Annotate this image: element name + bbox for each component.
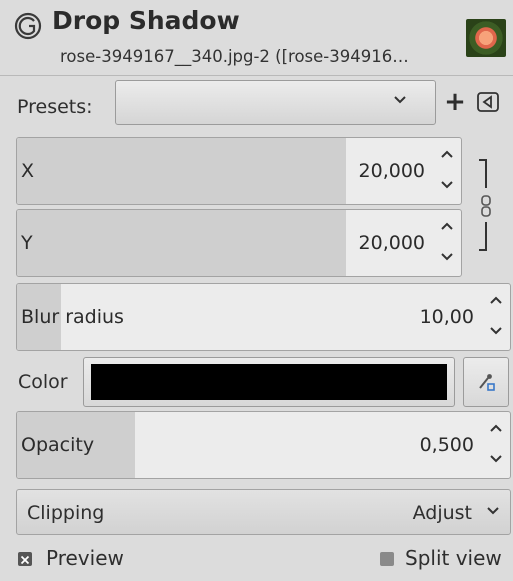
x-value-bar [17,138,346,204]
preview-checkbox[interactable] [18,552,32,566]
color-swatch[interactable] [91,364,447,400]
opacity-label: Opacity [21,434,95,456]
chevron-down-icon [394,96,406,104]
blur-radius-spin-field[interactable]: Blur radius 10,00 [16,283,511,351]
color-picker-button[interactable] [463,357,509,407]
presets-combo[interactable] [115,80,436,125]
dialog-title: Drop Shadow [52,6,240,35]
y-value-bar [17,210,346,276]
presets-menu-icon[interactable] [475,89,501,115]
gegl-filter-icon [14,12,42,40]
chevron-up-icon[interactable] [489,295,503,305]
chain-link-icon[interactable] [470,150,500,260]
x-spin-field[interactable]: X 20,000 [16,137,462,205]
x-label: X [21,160,35,182]
checkmark-icon [20,555,30,565]
opacity-stepper[interactable] [482,412,510,478]
add-preset-button[interactable]: + [440,87,470,117]
image-thumbnail [466,19,506,57]
eyedropper-icon [479,374,495,391]
split-view-label[interactable]: Split view [405,546,502,570]
y-label: Y [21,232,33,254]
blur-radius-label: Blur radius [21,306,124,328]
opacity-spin-field[interactable]: Opacity 0,500 [16,411,511,479]
chevron-down-icon[interactable] [489,326,503,336]
image-subtitle: rose-3949167__340.jpg-2 ([rose-394916… [60,47,409,66]
chevron-up-icon[interactable] [489,423,503,433]
chevron-down-icon[interactable] [440,180,454,190]
y-stepper[interactable] [433,210,461,276]
clipping-combo[interactable]: Clipping Adjust [16,489,511,535]
chevron-down-icon[interactable] [489,454,503,464]
color-label: Color [18,371,68,393]
x-value: 20,000 [358,160,425,182]
clipping-value: Adjust [412,502,472,524]
clipping-label: Clipping [27,502,105,524]
chevron-down-icon [487,507,499,515]
preview-label[interactable]: Preview [46,546,124,570]
blur-radius-stepper[interactable] [482,284,510,350]
split-view-checkbox[interactable] [380,552,394,566]
y-value: 20,000 [358,232,425,254]
x-stepper[interactable] [433,138,461,204]
chevron-up-icon[interactable] [440,221,454,231]
presets-label: Presets: [17,96,93,118]
opacity-value: 0,500 [419,434,474,456]
chevron-down-icon[interactable] [440,252,454,262]
y-spin-field[interactable]: Y 20,000 [16,209,462,277]
blur-radius-value: 10,00 [419,306,474,328]
chevron-up-icon[interactable] [440,149,454,159]
